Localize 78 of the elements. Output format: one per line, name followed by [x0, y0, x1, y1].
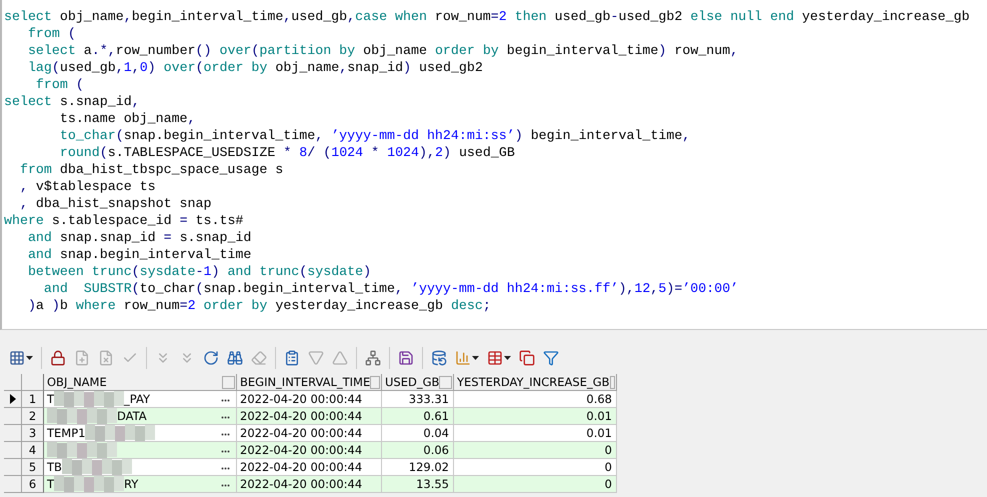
- code-line: round(s.TABLESPACE_USEDSIZE * 8/ (1024 * 1024),2) used_GB: [58, 144, 516, 161]
- name-text: TEMP1: [47, 425, 86, 441]
- table-cell: 2022-04-20 00:00:44: [237, 442, 382, 459]
- table-cell: 2022-04-20 00:00:44: [237, 476, 382, 493]
- delete-record-icon: [98, 350, 114, 366]
- column-header[interactable]: BEGIN_INTERVAL_TIME: [237, 374, 382, 391]
- table-cell: 2022-04-20 00:00:44: [237, 391, 382, 408]
- code-line: lag(used_gb,1,0) over(order by obj_name,snap_id) used_gb2: [26, 59, 484, 76]
- table-cell: 13.55: [382, 476, 454, 493]
- name-text: T: [47, 476, 54, 492]
- lock-icon: [50, 350, 66, 366]
- table-cell: 0.06: [382, 442, 454, 459]
- code-line: , v$tablespace ts: [18, 178, 157, 195]
- code-line: between trunc(sysdate-1) and trunc(sysdate): [26, 263, 372, 280]
- filter-icon: [543, 350, 559, 366]
- code-line: select a.*,row_number() over(partition by obj_name order by begin_interval_time) row_num,: [26, 42, 740, 59]
- row-number: 1: [22, 391, 44, 408]
- table-cell: 0.04: [382, 425, 454, 442]
- ellipsis-icon: [221, 433, 230, 436]
- table-cell: 2022-04-20 00:00:44: [237, 408, 382, 425]
- eraser-icon: [251, 350, 267, 366]
- table-icon: [487, 350, 503, 366]
- row-number: 2: [22, 408, 44, 425]
- ellipsis-icon: [221, 399, 230, 402]
- ellipsis-icon: [221, 484, 230, 487]
- table-cell: 0.68: [454, 391, 617, 408]
- code-line: select obj_name,begin_interval_time,used_gb,case when row_num=2 then used_gb-used_gb2 else null end yesterday_increase_gb: [4, 8, 971, 25]
- table-cell: 129.02: [382, 459, 454, 476]
- code-line: and snap.begin_interval_time: [26, 246, 252, 263]
- code-line: ts.name obj_name,: [58, 110, 197, 127]
- column-header[interactable]: OBJ_NAME: [44, 374, 237, 391]
- table-cell: 0: [454, 476, 617, 493]
- save-icon: [398, 350, 414, 366]
- table-cell: 0.01: [454, 408, 617, 425]
- code-line: , dba_hist_snapshot snap: [18, 195, 212, 212]
- table-cell: 0.61: [382, 408, 454, 425]
- current-row-icon: [10, 394, 16, 404]
- name-text: T: [47, 391, 54, 407]
- bar-chart-icon: [455, 350, 471, 366]
- name-text: DATA: [117, 408, 147, 424]
- row-number: 3: [22, 425, 44, 442]
- table-cell: 2022-04-20 00:00:44: [237, 459, 382, 476]
- ellipsis-icon: [221, 467, 230, 470]
- code-line: to_char(snap.begin_interval_time, ’yyyy-mm-dd hh24:mi:ss’) begin_interval_time,: [58, 127, 692, 144]
- binoculars-icon: [227, 350, 243, 366]
- copy-table-icon: [519, 350, 535, 366]
- tree-icon: [365, 350, 381, 366]
- code-line: from (: [34, 76, 85, 93]
- ellipsis-icon: [221, 416, 230, 419]
- row-number: 4: [22, 442, 44, 459]
- triangle-up-icon: [332, 350, 348, 366]
- code-line: )a )b where row_num=2 order by yesterday_increase_gb desc;: [26, 297, 492, 314]
- row-indicator[interactable]: [4, 391, 22, 408]
- new-record-icon: [74, 350, 90, 366]
- refresh-icon: [203, 350, 219, 366]
- code-line: from dba_hist_tbspc_space_usage s: [18, 161, 284, 178]
- table-cell: 0: [454, 459, 617, 476]
- code-line: select s.snap_id,: [4, 93, 141, 110]
- table-cell: 2022-04-20 00:00:44: [237, 425, 382, 442]
- row-number: 6: [22, 476, 44, 493]
- name-text: RY: [124, 476, 138, 492]
- table-cell: 333.31: [382, 391, 454, 408]
- code-line: where s.tablespace_id = ts.ts#: [4, 212, 244, 229]
- column-header[interactable]: YESTERDAY_INCREASE_GB: [454, 374, 617, 391]
- column-header[interactable]: USED_GB: [382, 374, 454, 391]
- table-cell: 0: [454, 442, 617, 459]
- code-line: and SUBSTR(to_char(snap.begin_interval_time, ’yyyy-mm-dd hh24:mi:ss.ff’),12,5)=’00:00’: [42, 280, 740, 297]
- sql-editor[interactable]: [0, 0, 987, 330]
- triangle-down-icon: [308, 350, 324, 366]
- row-number: 5: [22, 459, 44, 476]
- table-cell: 0.01: [454, 425, 617, 442]
- name-text: _PAY: [124, 391, 150, 407]
- database-icon: [431, 350, 447, 366]
- grid-icon: [9, 350, 25, 366]
- ellipsis-icon: [221, 450, 230, 453]
- code-line: from (: [26, 25, 77, 42]
- code-line: and snap.snap_id = s.snap_id: [26, 229, 252, 246]
- name-text: TB: [47, 459, 62, 475]
